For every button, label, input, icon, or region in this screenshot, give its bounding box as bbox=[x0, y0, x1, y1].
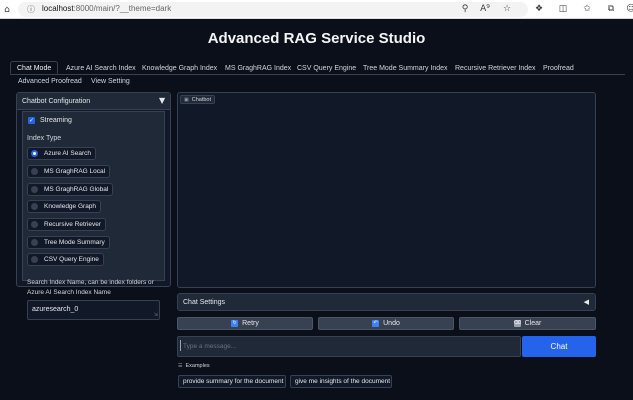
tab-tree-mode-summary-index[interactable]: Tree Mode Summary Index bbox=[357, 62, 454, 75]
text-caret bbox=[180, 340, 181, 351]
address-bar[interactable]: ⓘ localhost:8000/main/?__theme=dark bbox=[18, 2, 528, 17]
undo-button[interactable]: ↶ Undo bbox=[318, 317, 454, 330]
retry-icon: ↻ bbox=[231, 320, 238, 327]
radio-label: Recursive Retriever bbox=[44, 221, 101, 228]
radio-label: CSV Query Engine bbox=[44, 256, 99, 263]
radio-unselected-icon[interactable] bbox=[31, 203, 38, 210]
extensions-icon[interactable]: ❖ bbox=[532, 2, 546, 16]
tab-azure-ai-search-index[interactable]: Azure AI Search Index bbox=[60, 62, 142, 75]
example-item[interactable]: provide summary for the document bbox=[178, 375, 286, 388]
radio-unselected-icon[interactable] bbox=[31, 186, 38, 193]
tab-ms-graghrag-index[interactable]: MS GraghRAG Index bbox=[219, 62, 297, 75]
url-path: :8000/main/?__theme=dark bbox=[74, 4, 172, 13]
tab-bar: Chat Mode Azure AI Search Index Knowledg… bbox=[10, 61, 625, 89]
radio-csv-query-engine[interactable]: CSV Query Engine bbox=[27, 253, 104, 266]
streaming-label: Streaming bbox=[40, 117, 72, 124]
split-screen-icon[interactable]: ◫ bbox=[556, 2, 570, 16]
chat-settings-label: Chat Settings bbox=[183, 299, 225, 306]
radio-unselected-icon[interactable] bbox=[31, 168, 38, 175]
trash-icon: ⌫ bbox=[514, 320, 521, 327]
radio-unselected-icon[interactable] bbox=[31, 256, 38, 263]
streaming-checkbox[interactable]: ✓ bbox=[28, 117, 35, 124]
resize-handle-icon[interactable]: ⇲ bbox=[154, 312, 158, 318]
undo-label: Undo bbox=[383, 320, 400, 327]
url-text: localhost:8000/main/?__theme=dark bbox=[42, 4, 171, 13]
search-index-label: Search Index Name, can be index folders … bbox=[27, 278, 162, 298]
clear-label: Clear bbox=[525, 320, 542, 327]
tab-advanced-proofread[interactable]: Advanced Proofread bbox=[12, 75, 88, 88]
undo-icon: ↶ bbox=[372, 320, 379, 327]
search-index-input[interactable]: azuresearch_0 ⇲ bbox=[27, 300, 160, 320]
radio-knowledge-graph[interactable]: Knowledge Graph bbox=[27, 200, 101, 213]
tab-csv-query-engine[interactable]: CSV Query Engine bbox=[291, 62, 362, 75]
examples-label: Examples bbox=[185, 363, 209, 369]
tab-proofread[interactable]: Proofread bbox=[537, 62, 580, 75]
streaming-option[interactable]: ✓ Streaming bbox=[28, 117, 72, 124]
chat-settings-accordion[interactable]: Chat Settings ◀ bbox=[177, 293, 596, 311]
example-item[interactable]: give me insights of the document bbox=[290, 375, 392, 388]
profile-icon[interactable]: ☺ bbox=[624, 2, 633, 16]
browser-toolbar: ⌂ ⓘ localhost:8000/main/?__theme=dark ⚲ … bbox=[0, 0, 633, 19]
examples-header: ☰ Examples bbox=[178, 363, 210, 369]
info-icon[interactable]: ⓘ bbox=[24, 3, 38, 17]
tab-knowledge-graph-index[interactable]: Knowledge Graph Index bbox=[136, 62, 223, 75]
chatbot-label: Chatbot bbox=[192, 97, 211, 103]
radio-label: Knowledge Graph bbox=[44, 203, 96, 210]
search-index-value: azuresearch_0 bbox=[32, 306, 78, 313]
radio-ms-graghrag-local[interactable]: MS GraghRAG Local bbox=[27, 165, 110, 178]
radio-azure-ai-search[interactable]: Azure AI Search bbox=[27, 147, 96, 160]
radio-label: MS GraghRAG Local bbox=[44, 168, 105, 175]
tab-chat-mode[interactable]: Chat Mode bbox=[10, 61, 58, 74]
radio-tree-mode-summary[interactable]: Tree Mode Summary bbox=[27, 236, 110, 249]
url-host: localhost bbox=[42, 4, 74, 13]
tab-recursive-retriever-index[interactable]: Recursive Retriever Index bbox=[449, 62, 542, 75]
page-title: Advanced RAG Service Studio bbox=[0, 30, 633, 47]
collections-icon[interactable]: ⧉ bbox=[604, 2, 618, 16]
radio-label: Tree Mode Summary bbox=[44, 239, 105, 246]
favorite-star-icon[interactable]: ☆ bbox=[500, 2, 514, 16]
radio-label: MS GraghRAG Global bbox=[44, 186, 108, 193]
config-accordion-header[interactable]: Chatbot Configuration ▼ bbox=[17, 93, 170, 110]
retry-label: Retry bbox=[242, 320, 259, 327]
chatbot-panel: ▣ Chatbot bbox=[177, 92, 596, 288]
clear-button[interactable]: ⌫ Clear bbox=[459, 317, 596, 330]
radio-label: Azure AI Search bbox=[44, 150, 91, 157]
chat-bubble-icon: ▣ bbox=[184, 97, 189, 103]
radio-recursive-retriever[interactable]: Recursive Retriever bbox=[27, 218, 106, 231]
radio-unselected-icon[interactable] bbox=[31, 239, 38, 246]
message-input[interactable] bbox=[177, 336, 521, 357]
read-aloud-icon[interactable]: A⁹ bbox=[478, 2, 492, 16]
zoom-icon[interactable]: ⚲ bbox=[458, 2, 472, 16]
radio-unselected-icon[interactable] bbox=[31, 221, 38, 228]
radio-ms-graghrag-global[interactable]: MS GraghRAG Global bbox=[27, 183, 113, 196]
expand-triangle-icon[interactable]: ◀ bbox=[584, 298, 589, 306]
index-type-label: Index Type bbox=[27, 135, 61, 142]
list-icon: ☰ bbox=[178, 363, 182, 369]
home-icon[interactable]: ⌂ bbox=[0, 3, 14, 17]
retry-button[interactable]: ↻ Retry bbox=[177, 317, 313, 330]
radio-selected-icon[interactable] bbox=[31, 150, 38, 157]
config-title: Chatbot Configuration bbox=[22, 98, 90, 105]
chat-submit-button[interactable]: Chat bbox=[522, 336, 596, 357]
chatbot-label-badge: ▣ Chatbot bbox=[180, 95, 215, 104]
tab-view-setting[interactable]: View Setting bbox=[85, 75, 136, 88]
favorites-icon[interactable]: ✩ bbox=[580, 2, 594, 16]
collapse-triangle-icon[interactable]: ▼ bbox=[159, 96, 165, 105]
